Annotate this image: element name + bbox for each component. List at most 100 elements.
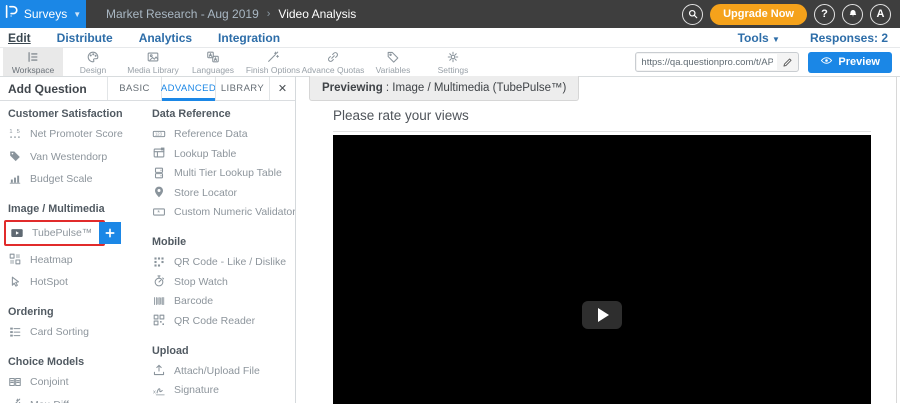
card-sorting-icon bbox=[8, 325, 23, 340]
question-column-1: Customer Satisfaction15Net Promoter Scor… bbox=[8, 101, 148, 403]
previewing-tab: Previewing : Image / Multimedia (TubePul… bbox=[309, 76, 579, 101]
question-type-budget-scale[interactable]: Budget Scale bbox=[8, 170, 148, 188]
finish-options-icon bbox=[266, 50, 280, 64]
close-panel-button[interactable]: ✕ bbox=[269, 77, 295, 100]
menu-bar: Edit Distribute Analytics Integration Tools… bbox=[0, 28, 900, 48]
surveys-product-menu[interactable]: Surveys ▼ bbox=[0, 0, 86, 28]
budget-scale-icon bbox=[8, 172, 23, 187]
play-button[interactable] bbox=[582, 301, 622, 329]
svg-text:*: * bbox=[157, 209, 160, 216]
toolbar-item-settings[interactable]: Settings bbox=[423, 48, 483, 76]
tools-menu[interactable]: Tools ▼ bbox=[738, 31, 780, 45]
barcode-icon bbox=[152, 294, 167, 309]
responses-link[interactable]: Responses: 2 bbox=[810, 31, 888, 45]
upgrade-now-button[interactable]: Upgrade Now bbox=[710, 4, 807, 25]
search-icon bbox=[687, 8, 699, 20]
add-question-button[interactable] bbox=[99, 222, 121, 244]
multi-tier-lookup-icon bbox=[152, 166, 167, 181]
question-type-store-locator[interactable]: Store Locator bbox=[152, 184, 295, 202]
question-type-card-sorting[interactable]: Card Sorting bbox=[8, 323, 148, 341]
question-type-barcode[interactable]: Barcode bbox=[152, 292, 295, 310]
account-avatar[interactable]: A bbox=[870, 4, 891, 25]
chevron-down-icon: ▼ bbox=[73, 10, 81, 19]
svg-text:1: 1 bbox=[9, 129, 12, 135]
question-type-heatmap[interactable]: Heatmap bbox=[8, 251, 148, 269]
top-bar: Surveys ▼ Market Research - Aug 2019 › V… bbox=[0, 0, 900, 28]
section-heading-data-reference: Data Reference bbox=[152, 108, 295, 120]
menu-item-edit[interactable]: Edit bbox=[8, 31, 31, 45]
section-heading-upload: Upload bbox=[152, 345, 295, 357]
breadcrumb-survey-name[interactable]: Market Research - Aug 2019 bbox=[106, 7, 259, 21]
section-heading-image-multimedia: Image / Multimedia bbox=[8, 203, 148, 215]
plus-icon bbox=[103, 226, 117, 240]
toolbar-item-advance-quotas[interactable]: Advance Quotas bbox=[303, 48, 363, 76]
panel-tabs: BASICADVANCEDLIBRARY bbox=[107, 77, 269, 100]
toolbar-item-workspace[interactable]: Workspace bbox=[3, 48, 63, 76]
breadcrumb-separator: › bbox=[267, 8, 271, 20]
qr-like-icon bbox=[152, 255, 167, 270]
breadcrumb-page-name: Video Analysis bbox=[278, 7, 356, 21]
add-question-header: Add Question BASICADVANCEDLIBRARY ✕ bbox=[0, 77, 295, 101]
toolbar-item-media-library[interactable]: Media Library bbox=[123, 48, 183, 76]
tab-library[interactable]: LIBRARY bbox=[215, 77, 269, 100]
stopwatch-icon bbox=[152, 274, 167, 289]
question-type-lookup-table[interactable]: Lookup Table bbox=[152, 145, 295, 163]
question-type-custom-numeric-validator[interactable]: *Custom Numeric Validator bbox=[152, 203, 295, 221]
search-button[interactable] bbox=[682, 4, 703, 25]
tag-icon bbox=[8, 149, 23, 164]
bell-icon bbox=[847, 8, 859, 20]
workspace-icon bbox=[26, 50, 40, 64]
question-column-2: Data Reference 123Reference Data Lookup Ta… bbox=[148, 101, 295, 403]
workspace-toolbar: WorkspaceDesignMedia LibraryLanguagesFin… bbox=[0, 48, 900, 77]
preview-button[interactable]: Preview bbox=[808, 52, 892, 73]
notifications-button[interactable] bbox=[842, 4, 863, 25]
survey-url-input[interactable] bbox=[637, 54, 777, 70]
question-type-van-westendorp[interactable]: Van Westendorp bbox=[8, 148, 148, 166]
variables-icon bbox=[386, 50, 400, 64]
question-type-hotspot[interactable]: HotSpot bbox=[8, 273, 148, 291]
question-type-multi-tier-lookup-table[interactable]: Multi Tier Lookup Table bbox=[152, 164, 295, 182]
menu-item-analytics[interactable]: Analytics bbox=[139, 31, 192, 45]
survey-url-box bbox=[635, 52, 799, 72]
question-divider bbox=[333, 131, 871, 132]
tab-basic[interactable]: BASIC bbox=[107, 77, 161, 100]
question-type-reference-data[interactable]: 123Reference Data bbox=[152, 125, 295, 143]
toolbar-item-design[interactable]: Design bbox=[63, 48, 123, 76]
question-type-signature[interactable]: xSignature bbox=[152, 381, 295, 399]
questionpro-app: Surveys ▼ Market Research - Aug 2019 › V… bbox=[0, 0, 900, 404]
toolbar-item-languages[interactable]: Languages bbox=[183, 48, 243, 76]
lookup-table-icon bbox=[152, 146, 167, 161]
menubar-right: Tools ▼ Responses: 2 bbox=[738, 31, 888, 45]
help-button[interactable]: ? bbox=[814, 4, 835, 25]
question-type-stop-watch[interactable]: Stop Watch bbox=[152, 273, 295, 291]
question-types-list: Customer Satisfaction15Net Promoter Scor… bbox=[0, 101, 295, 403]
toolbar-item-variables[interactable]: Variables bbox=[363, 48, 423, 76]
qr-reader-icon bbox=[152, 313, 167, 328]
svg-text:123: 123 bbox=[155, 131, 163, 136]
question-type-tubepulse[interactable]: TubePulse™ bbox=[4, 220, 105, 246]
play-icon bbox=[598, 308, 609, 322]
max-diff-icon bbox=[8, 397, 23, 403]
edit-url-pencil-icon[interactable] bbox=[782, 57, 793, 68]
close-icon: ✕ bbox=[278, 82, 287, 95]
question-type-qr-code-reader[interactable]: QR Code Reader bbox=[152, 312, 295, 330]
eye-icon bbox=[820, 54, 833, 70]
tab-advanced[interactable]: ADVANCED bbox=[161, 77, 215, 100]
heatmap-icon bbox=[8, 252, 23, 267]
menu-item-distribute[interactable]: Distribute bbox=[57, 31, 113, 45]
menu-item-integration[interactable]: Integration bbox=[218, 31, 280, 45]
topbar-actions: Upgrade Now ? A bbox=[682, 4, 900, 25]
svg-text:x: x bbox=[153, 389, 156, 395]
question-type-conjoint[interactable]: Conjoint bbox=[8, 373, 148, 391]
question-type-max-diff[interactable]: Max-Diff bbox=[8, 396, 148, 404]
video-player[interactable] bbox=[333, 135, 871, 404]
video-icon bbox=[10, 226, 25, 241]
store-locator-icon bbox=[152, 185, 167, 200]
chevron-down-icon: ▼ bbox=[772, 35, 780, 44]
question-type-net-promoter-score[interactable]: 15Net Promoter Score bbox=[8, 125, 148, 143]
question-type-attach-upload-file[interactable]: Attach/Upload File bbox=[152, 362, 295, 380]
toolbar-item-finish-options[interactable]: Finish Options bbox=[243, 48, 303, 76]
upload-file-icon bbox=[152, 363, 167, 378]
question-type-qr-code-like-dislike[interactable]: QR Code - Like / Dislike bbox=[152, 253, 295, 271]
advance-quotas-icon bbox=[326, 50, 340, 64]
